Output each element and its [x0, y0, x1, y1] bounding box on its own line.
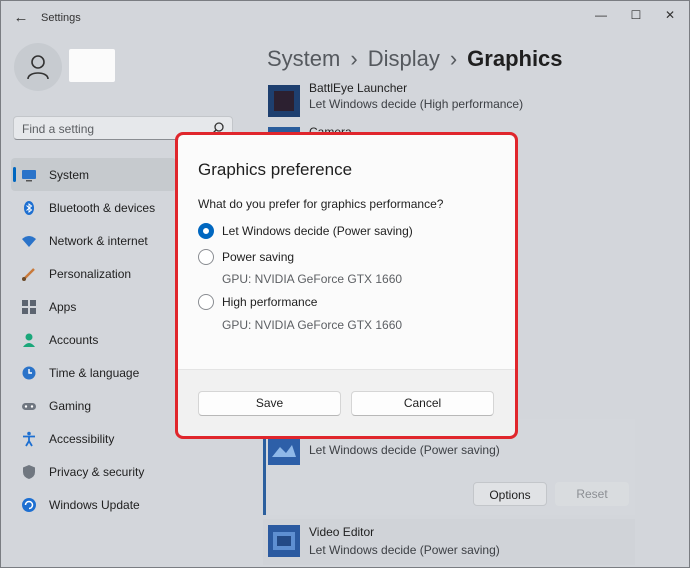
app-thumbnail-icon [268, 85, 300, 117]
close-icon[interactable]: ✕ [657, 5, 683, 25]
app-name: Video Editor [309, 525, 375, 539]
breadcrumb-separator: › [350, 46, 358, 71]
sidebar-item-privacy[interactable]: Privacy & security [11, 455, 251, 488]
sidebar-item-windows-update[interactable]: Windows Update [11, 488, 251, 521]
sidebar-item-label: Apps [49, 300, 77, 314]
breadcrumb-system[interactable]: System [267, 46, 340, 71]
monitor-icon [22, 170, 36, 182]
accessibility-icon [23, 431, 35, 447]
settings-window: ← Settings — ☐ ✕ Find a setting System B… [0, 0, 690, 568]
person-icon [27, 55, 49, 80]
sidebar-item-system[interactable]: System [11, 158, 176, 191]
sidebar-item-label: Windows Update [49, 498, 140, 512]
sidebar-item-label: Personalization [49, 267, 132, 281]
app-row-battleye[interactable]: BattlEye Launcher Let Windows decide (Hi… [263, 79, 635, 125]
app-preference: Let Windows decide (High performance) [309, 97, 524, 111]
search-placeholder: Find a setting [22, 122, 95, 136]
app-preference: Let Windows decide (Power saving) [309, 443, 500, 457]
sidebar-item-label: Bluetooth & devices [49, 201, 156, 215]
globe-clock-icon [22, 366, 36, 380]
bluetooth-icon [24, 201, 34, 215]
minimize-icon[interactable]: — [588, 5, 614, 25]
app-row-video-editor[interactable]: Video Editor Let Windows decide (Power s… [263, 519, 635, 565]
update-icon [22, 498, 36, 512]
breadcrumb-display[interactable]: Display [368, 46, 440, 71]
reset-button[interactable]: Reset [555, 482, 629, 506]
highlight-outline [175, 132, 518, 439]
person-icon [23, 333, 35, 347]
back-arrow-icon[interactable]: ← [11, 9, 31, 27]
sidebar-item-label: System [49, 168, 90, 182]
gamepad-icon [22, 403, 36, 410]
video-editor-icon [268, 525, 300, 557]
breadcrumb-separator: › [449, 46, 458, 71]
wifi-icon [22, 236, 36, 247]
sidebar-item-label: Privacy & security [49, 465, 145, 479]
page-title: Graphics [467, 46, 563, 71]
breadcrumb: System › Display › Graphics [267, 46, 563, 72]
maximize-icon[interactable]: ☐ [623, 5, 649, 25]
selection-indicator [263, 427, 266, 515]
app-preference: Let Windows decide (Power saving) [309, 543, 500, 557]
apps-icon [22, 300, 36, 314]
avatar[interactable] [14, 43, 62, 91]
app-title: Settings [41, 12, 81, 24]
app-name: BattlEye Launcher [309, 81, 408, 95]
sidebar-item-label: Time & language [49, 366, 140, 380]
sidebar-item-label: Accessibility [49, 432, 115, 446]
title-bar: ← Settings — ☐ ✕ [1, 1, 689, 35]
shield-icon [23, 465, 35, 479]
account-info [69, 49, 115, 82]
brush-icon [22, 268, 35, 281]
sidebar-item-label: Network & internet [49, 234, 148, 248]
sidebar-item-label: Accounts [49, 333, 99, 347]
sidebar-item-label: Gaming [49, 399, 92, 413]
options-button[interactable]: Options [473, 482, 547, 506]
